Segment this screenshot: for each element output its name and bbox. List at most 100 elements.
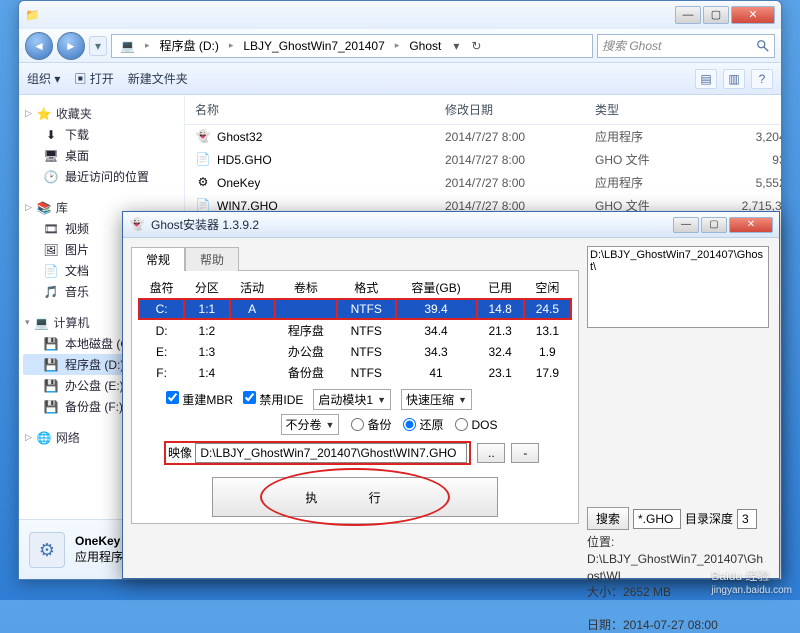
open-button[interactable]: ▣ 打开 bbox=[74, 70, 113, 87]
maximize-button[interactable]: ▢ bbox=[701, 217, 727, 233]
image-path-input[interactable] bbox=[195, 443, 467, 463]
breadcrumb[interactable]: 💻 ▸ 程序盘 (D:)▸ LBJY_GhostWin7_201407▸ Gho… bbox=[111, 34, 593, 58]
file-row[interactable]: ⚙OneKey2014/7/27 8:00应用程序5,552 KB bbox=[185, 171, 781, 194]
nav-forward-button[interactable]: ► bbox=[57, 32, 85, 60]
ghost-icon: 👻 bbox=[129, 217, 145, 233]
nav-history-dropdown[interactable]: ▾ bbox=[89, 36, 107, 56]
sidebar-group-favorites[interactable]: ▷⭐收藏夹 bbox=[23, 103, 180, 124]
search-button[interactable]: 搜索 bbox=[587, 507, 629, 530]
file-size: 93 KB bbox=[715, 153, 781, 167]
file-icon: 📄 bbox=[195, 152, 211, 168]
computer-icon: 💻 bbox=[34, 315, 50, 331]
file-name: HD5.GHO bbox=[217, 153, 272, 167]
tab-general[interactable]: 常规 bbox=[131, 247, 185, 271]
help-button[interactable]: ? bbox=[751, 69, 773, 89]
refresh-icon[interactable]: ↻ bbox=[467, 39, 485, 53]
file-type: 应用程序 bbox=[595, 128, 715, 145]
folder-icon: 📁 bbox=[25, 8, 40, 22]
close-button[interactable]: ✕ bbox=[731, 6, 775, 24]
file-modified: 2014/7/27 8:00 bbox=[445, 176, 595, 190]
explorer-titlebar[interactable]: 📁 — ▢ ✕ bbox=[19, 1, 781, 29]
search-input[interactable]: 搜索 Ghost bbox=[597, 34, 775, 58]
toolbar: 组织 ▾ ▣ 打开 新建文件夹 ▤ ▥ ? bbox=[19, 63, 781, 95]
file-modified: 2014/7/27 8:00 bbox=[445, 153, 595, 167]
preview-pane-button[interactable]: ▥ bbox=[723, 69, 745, 89]
tab-help[interactable]: 帮助 bbox=[185, 247, 239, 271]
tab-panel: 盘符分区 活动卷标 格式容量(GB) 已用空闲 C:1:1ANTFS39.414… bbox=[131, 270, 579, 524]
minimize-button[interactable]: — bbox=[673, 217, 699, 233]
boot-module-select[interactable]: 启动模块1▼ bbox=[313, 389, 391, 410]
mode-restore-radio[interactable]: 还原 bbox=[403, 416, 443, 433]
organize-menu[interactable]: 组织 ▾ bbox=[27, 70, 60, 87]
pattern-input[interactable] bbox=[633, 509, 681, 529]
video-icon: 🎞 bbox=[43, 221, 59, 237]
options-row-1: 重建MBR 禁用IDE 启动模块1▼ 快速压缩▼ bbox=[138, 389, 572, 410]
disable-ide-checkbox[interactable]: 禁用IDE bbox=[243, 391, 303, 408]
music-icon: 🎵 bbox=[43, 284, 59, 300]
minimize-button[interactable]: — bbox=[675, 6, 701, 24]
mode-backup-radio[interactable]: 备份 bbox=[351, 416, 391, 433]
breadcrumb-item[interactable]: 程序盘 (D:) bbox=[155, 37, 222, 54]
view-options-button[interactable]: ▤ bbox=[695, 69, 717, 89]
file-name: OneKey bbox=[217, 176, 260, 190]
nosplit-select[interactable]: 不分卷▼ bbox=[281, 414, 340, 435]
location-label: 位置: bbox=[587, 534, 769, 551]
network-icon: 🌐 bbox=[36, 430, 52, 446]
repair-mbr-checkbox[interactable]: 重建MBR bbox=[166, 391, 233, 408]
col-type[interactable]: 类型 bbox=[595, 101, 715, 118]
file-size: 5,552 KB bbox=[715, 176, 781, 190]
nav-back-button[interactable]: ◄ bbox=[25, 32, 53, 60]
disk-row[interactable]: E:1:3办公盘NTFS34.332.41.9 bbox=[139, 341, 571, 362]
breadcrumb-dropdown[interactable]: ▾ bbox=[447, 39, 465, 53]
col-name[interactable]: 名称 bbox=[195, 101, 445, 118]
file-size: 3,204 KB bbox=[715, 130, 781, 144]
installer-titlebar[interactable]: 👻 Ghost安装器 1.3.9.2 — ▢ ✕ bbox=[123, 212, 779, 238]
browse-button[interactable]: .. bbox=[477, 443, 505, 463]
file-row[interactable]: 📄HD5.GHO2014/7/27 8:00GHO 文件93 KB bbox=[185, 148, 781, 171]
breadcrumb-item[interactable]: LBJY_GhostWin7_201407 bbox=[239, 39, 388, 53]
mode-dos-radio[interactable]: DOS bbox=[455, 418, 497, 432]
search-icon bbox=[756, 39, 770, 53]
file-type: 应用程序 bbox=[595, 174, 715, 191]
sidebar-item-desktop[interactable]: 🖥桌面 bbox=[23, 145, 180, 166]
file-type-icon: ⚙ bbox=[29, 532, 65, 568]
file-row[interactable]: 👻Ghost322014/7/27 8:00应用程序3,204 KB bbox=[185, 125, 781, 148]
col-modified[interactable]: 修改日期 bbox=[445, 101, 595, 118]
ghost-installer-window: 👻 Ghost安装器 1.3.9.2 — ▢ ✕ 常规 帮助 盘符分区 活动卷标… bbox=[122, 211, 780, 579]
execute-button[interactable]: 执 行 bbox=[212, 477, 498, 517]
picture-icon: 🖼 bbox=[43, 242, 59, 258]
download-icon: ⬇ bbox=[43, 127, 59, 143]
col-size[interactable]: 大小 bbox=[715, 101, 781, 118]
remove-button[interactable]: - bbox=[511, 443, 539, 463]
image-size-line: 大小：2652 MB bbox=[587, 584, 769, 601]
computer-icon: 💻 bbox=[116, 39, 139, 53]
disk-table: 盘符分区 活动卷标 格式容量(GB) 已用空闲 C:1:1ANTFS39.414… bbox=[138, 277, 572, 383]
desktop-icon: 🖥 bbox=[43, 148, 59, 164]
disk-row[interactable]: D:1:2程序盘NTFS34.421.313.1 bbox=[139, 319, 571, 341]
sidebar-item-recent[interactable]: 🕑最近访问的位置 bbox=[23, 166, 180, 187]
file-name: Ghost32 bbox=[217, 130, 262, 144]
options-row-2: 不分卷▼ 备份 还原 DOS bbox=[138, 414, 572, 435]
new-folder-button[interactable]: 新建文件夹 bbox=[128, 70, 188, 87]
disk-row[interactable]: F:1:4备份盘NTFS4123.117.9 bbox=[139, 362, 571, 383]
image-label: 映像 bbox=[168, 446, 192, 460]
breadcrumb-item[interactable]: Ghost bbox=[405, 39, 445, 53]
column-headers[interactable]: 名称 修改日期 类型 大小 bbox=[185, 95, 781, 125]
maximize-button[interactable]: ▢ bbox=[703, 6, 729, 24]
right-panel: D:\LBJY_GhostWin7_201407\Ghost\ 搜索 目录深度 … bbox=[587, 238, 779, 578]
library-icon: 📚 bbox=[36, 200, 52, 216]
details-filename: OneKey bbox=[75, 534, 120, 548]
close-button[interactable]: ✕ bbox=[729, 217, 773, 233]
installer-title-text: Ghost安装器 1.3.9.2 bbox=[151, 216, 259, 233]
image-date-line: 日期：2014-07-27 08:00 bbox=[587, 617, 769, 633]
drive-icon: 💾 bbox=[43, 357, 59, 373]
depth-input[interactable] bbox=[737, 509, 757, 529]
disk-row[interactable]: C:1:1ANTFS39.414.824.5 bbox=[139, 299, 571, 319]
compress-select[interactable]: 快速压缩▼ bbox=[401, 389, 472, 410]
drive-icon: 💾 bbox=[43, 399, 59, 415]
sidebar-item-downloads[interactable]: ⬇下载 bbox=[23, 124, 180, 145]
drive-icon: 💾 bbox=[43, 378, 59, 394]
path-textbox[interactable]: D:\LBJY_GhostWin7_201407\Ghost\ bbox=[587, 246, 769, 328]
star-icon: ⭐ bbox=[36, 106, 52, 122]
disk-header-row[interactable]: 盘符分区 活动卷标 格式容量(GB) 已用空闲 bbox=[139, 277, 571, 299]
